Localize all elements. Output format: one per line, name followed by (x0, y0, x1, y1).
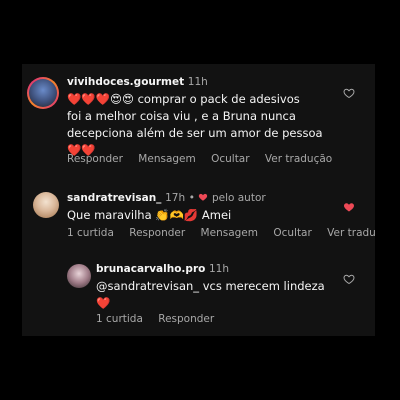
author-tag: pelo autor (211, 192, 266, 204)
avatar[interactable] (33, 192, 59, 218)
reply-button[interactable]: Responder (158, 313, 214, 325)
translate-button[interactable]: Ver tradução (265, 153, 332, 165)
hide-button[interactable]: Ocultar (273, 227, 311, 239)
comment-text: Que maravilha 👏🫶💋 Amei (67, 208, 232, 222)
reply-button[interactable]: Responder (129, 227, 185, 239)
message-button[interactable]: Mensagem (138, 153, 195, 165)
heart-outline-icon[interactable] (343, 87, 355, 99)
heart-filled-icon[interactable] (343, 201, 355, 213)
comment-actions: 1 curtida Responder (96, 313, 226, 325)
hide-button[interactable]: Ocultar (211, 153, 249, 165)
comment-text: @sandratrevisan_ vcs merecem lindeza ❤️ (96, 279, 325, 310)
comment-actions: Responder Mensagem Ocultar Ver tradução (67, 153, 344, 165)
comment-header: sandratrevisan_ 17h • pelo autor (67, 192, 266, 204)
likes-count[interactable]: 1 curtida (96, 313, 143, 325)
timestamp: 11h (187, 76, 208, 88)
reply-button[interactable]: Responder (67, 153, 123, 165)
username[interactable]: sandratrevisan_ (67, 192, 161, 204)
comment-actions: 1 curtida Responder Mensagem Ocultar Ver… (67, 227, 375, 239)
comments-panel: vivihdoces.gourmet 11h ❤️❤️❤️😍😍 comprar … (22, 64, 375, 336)
likes-count[interactable]: 1 curtida (67, 227, 114, 239)
comment-header: brunacarvalho.pro 11h (96, 263, 229, 275)
comment-header: vivihdoces.gourmet 11h (67, 76, 208, 88)
username[interactable]: vivihdoces.gourmet (67, 76, 184, 88)
avatar[interactable] (67, 264, 91, 288)
heart-outline-icon[interactable] (343, 273, 355, 285)
avatar[interactable] (27, 77, 59, 109)
timestamp: 17h (165, 192, 186, 204)
timestamp: 11h (209, 263, 230, 275)
translate-button[interactable]: Ver tradução (327, 227, 375, 239)
username[interactable]: brunacarvalho.pro (96, 263, 205, 275)
message-button[interactable]: Mensagem (201, 227, 258, 239)
comment-text: ❤️❤️❤️😍😍 comprar o pack de adesivos foi … (67, 92, 323, 157)
heart-filled-icon (199, 193, 208, 201)
